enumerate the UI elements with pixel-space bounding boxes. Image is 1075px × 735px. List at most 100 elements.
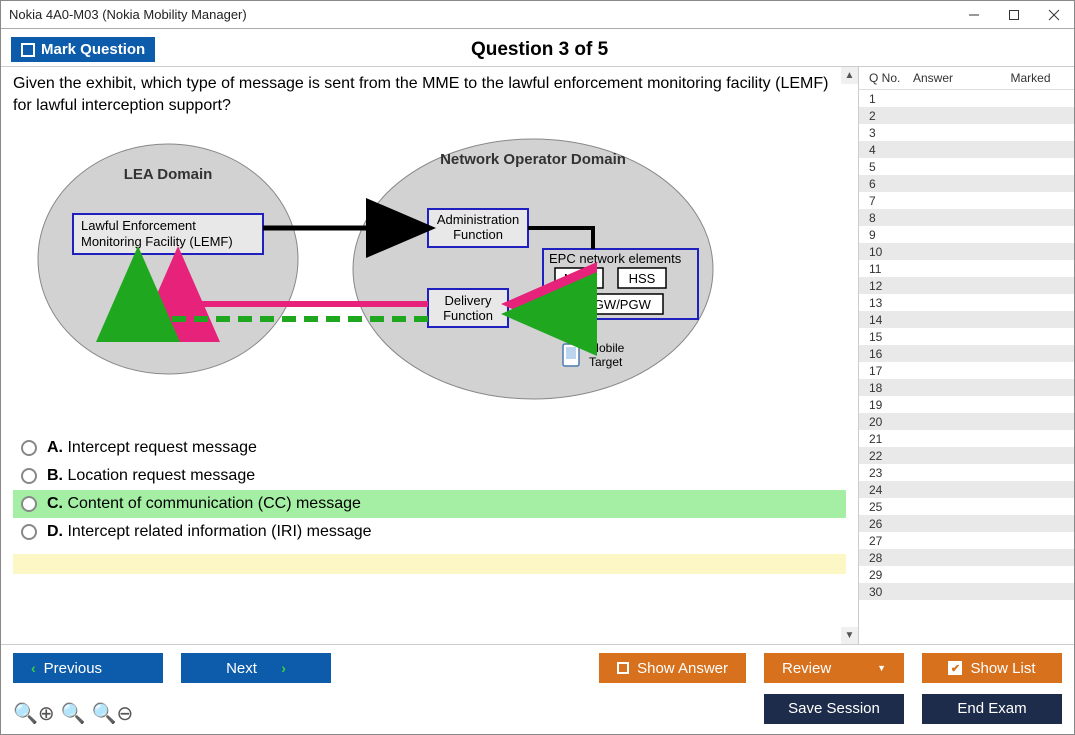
list-row[interactable]: 22	[859, 447, 1074, 464]
list-row[interactable]: 3	[859, 124, 1074, 141]
list-row[interactable]: 27	[859, 532, 1074, 549]
row-number: 29	[869, 568, 913, 582]
row-number: 18	[869, 381, 913, 395]
row-number: 10	[869, 245, 913, 259]
svg-text:Monitoring Facility (LEMF): Monitoring Facility (LEMF)	[81, 234, 233, 249]
svg-text:HSS: HSS	[629, 271, 656, 286]
row-number: 2	[869, 109, 913, 123]
row-number: 5	[869, 160, 913, 174]
row-number: 22	[869, 449, 913, 463]
zoom-icon[interactable]: 🔍	[61, 701, 86, 726]
row-number: 15	[869, 330, 913, 344]
row-number: 26	[869, 517, 913, 531]
svg-text:Delivery: Delivery	[445, 293, 492, 308]
svg-text:Target: Target	[589, 355, 623, 369]
maximize-button[interactable]	[994, 1, 1034, 29]
choice-d[interactable]: D. Intercept related information (IRI) m…	[13, 518, 846, 546]
list-row[interactable]: 4	[859, 141, 1074, 158]
chevron-right-icon: ›	[281, 660, 286, 676]
list-row[interactable]: 5	[859, 158, 1074, 175]
list-row[interactable]: 25	[859, 498, 1074, 515]
list-row[interactable]: 13	[859, 294, 1074, 311]
list-row[interactable]: 8	[859, 209, 1074, 226]
list-row[interactable]: 29	[859, 566, 1074, 583]
list-row[interactable]: 23	[859, 464, 1074, 481]
next-button[interactable]: Next ›	[181, 653, 331, 683]
review-button[interactable]: Review ▼	[764, 653, 904, 683]
previous-button[interactable]: ‹ Previous	[13, 653, 163, 683]
list-row[interactable]: 6	[859, 175, 1074, 192]
row-number: 11	[869, 262, 913, 276]
choice-text: C. Content of communication (CC) message	[47, 495, 361, 513]
zoom-out-icon[interactable]: 🔍⊖	[92, 701, 134, 726]
svg-text:Function: Function	[453, 227, 503, 242]
choice-b[interactable]: B. Location request message	[13, 462, 846, 490]
radio-icon	[21, 440, 37, 456]
row-number: 6	[869, 177, 913, 191]
row-number: 1	[869, 92, 913, 106]
row-number: 30	[869, 585, 913, 599]
list-row[interactable]: 7	[859, 192, 1074, 209]
square-icon	[617, 662, 629, 674]
checkbox-icon	[21, 43, 35, 57]
row-number: 27	[869, 534, 913, 548]
row-number: 19	[869, 398, 913, 412]
close-button[interactable]	[1034, 1, 1074, 29]
list-row[interactable]: 10	[859, 243, 1074, 260]
row-number: 12	[869, 279, 913, 293]
row-number: 28	[869, 551, 913, 565]
mark-question-button[interactable]: Mark Question	[11, 37, 155, 62]
svg-text:EPC network elements: EPC network elements	[549, 251, 682, 266]
row-number: 3	[869, 126, 913, 140]
list-row[interactable]: 18	[859, 379, 1074, 396]
radio-icon	[21, 496, 37, 512]
question-list-panel: Q No. Answer Marked 12345678910111213141…	[859, 67, 1074, 644]
list-row[interactable]: 20	[859, 413, 1074, 430]
list-row[interactable]: 1	[859, 90, 1074, 107]
minimize-button[interactable]	[954, 1, 994, 29]
list-row[interactable]: 16	[859, 345, 1074, 362]
svg-text:Function: Function	[443, 308, 493, 323]
list-row[interactable]: 14	[859, 311, 1074, 328]
row-number: 21	[869, 432, 913, 446]
show-answer-button[interactable]: Show Answer	[599, 653, 746, 683]
end-exam-button[interactable]: End Exam	[922, 694, 1062, 724]
list-row[interactable]: 17	[859, 362, 1074, 379]
list-row[interactable]: 21	[859, 430, 1074, 447]
list-row[interactable]: 19	[859, 396, 1074, 413]
list-row[interactable]: 2	[859, 107, 1074, 124]
list-row[interactable]: 26	[859, 515, 1074, 532]
zoom-in-icon[interactable]: 🔍⊕	[13, 701, 55, 726]
question-list[interactable]: 1234567891011121314151617181920212223242…	[859, 90, 1074, 644]
list-row[interactable]: 12	[859, 277, 1074, 294]
list-row[interactable]: 11	[859, 260, 1074, 277]
show-list-button[interactable]: ✔ Show List	[922, 653, 1062, 683]
choice-a[interactable]: A. Intercept request message	[13, 434, 846, 462]
list-row[interactable]: 24	[859, 481, 1074, 498]
list-row[interactable]: 9	[859, 226, 1074, 243]
radio-icon	[21, 468, 37, 484]
col-answer: Answer	[913, 71, 993, 85]
choice-text: D. Intercept related information (IRI) m…	[47, 523, 372, 541]
save-session-button[interactable]: Save Session	[764, 694, 904, 724]
app-window: Nokia 4A0-M03 (Nokia Mobility Manager) M…	[0, 0, 1075, 735]
choice-text: B. Location request message	[47, 467, 255, 485]
list-row[interactable]: 28	[859, 549, 1074, 566]
col-marked: Marked	[993, 71, 1068, 85]
svg-text:MME: MME	[564, 271, 595, 286]
list-row[interactable]: 30	[859, 583, 1074, 600]
window-title: Nokia 4A0-M03 (Nokia Mobility Manager)	[9, 7, 247, 22]
titlebar: Nokia 4A0-M03 (Nokia Mobility Manager)	[1, 1, 1074, 29]
row-number: 4	[869, 143, 913, 157]
choice-c[interactable]: C. Content of communication (CC) message	[13, 490, 846, 518]
list-row[interactable]: 15	[859, 328, 1074, 345]
svg-text:Administration: Administration	[437, 212, 519, 227]
answer-choices: A. Intercept request message B. Location …	[13, 434, 846, 546]
radio-icon	[21, 524, 37, 540]
content-row: ▲ ▼ Given the exhibit, which type of mes…	[1, 66, 1074, 644]
chevron-left-icon: ‹	[31, 660, 36, 676]
zoom-controls: 🔍⊕ 🔍 🔍⊖	[13, 701, 133, 726]
question-counter: Question 3 of 5	[155, 39, 924, 61]
row-number: 25	[869, 500, 913, 514]
row-number: 16	[869, 347, 913, 361]
